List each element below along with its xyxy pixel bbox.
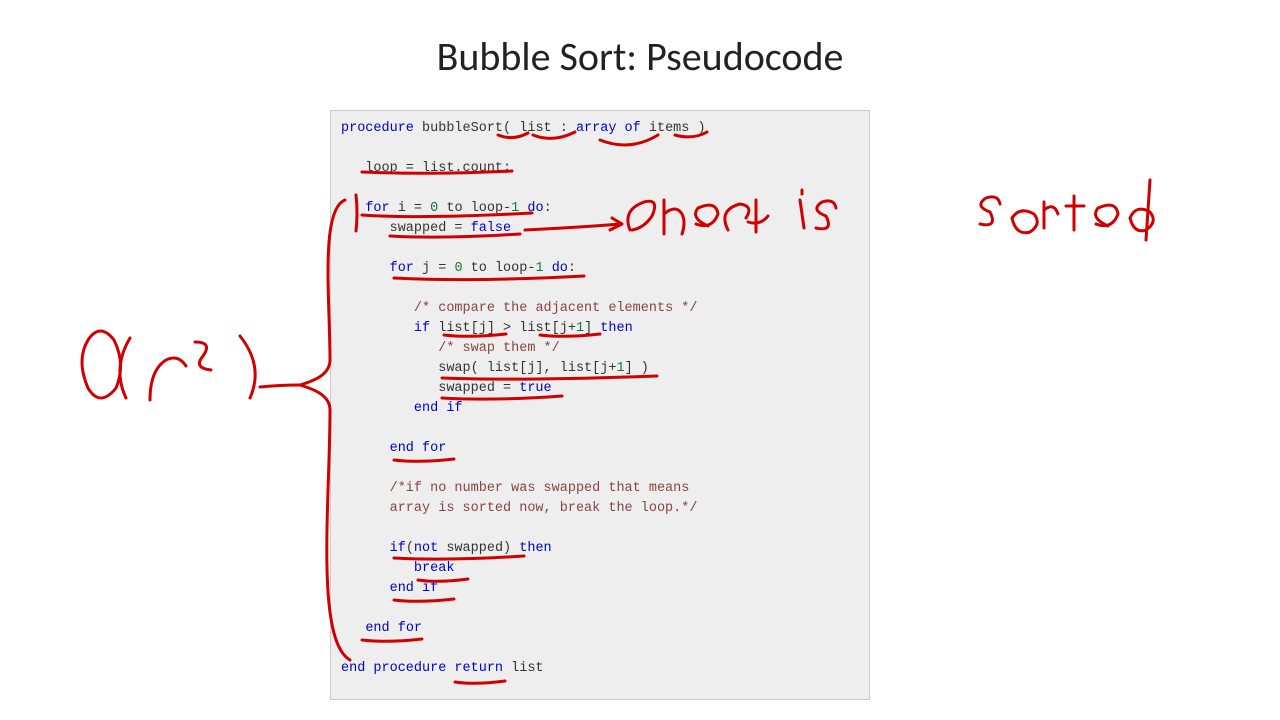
- code-text: [341, 481, 390, 496]
- code-text: then: [600, 321, 632, 336]
- code-text: :: [544, 201, 552, 216]
- ink-connector: [260, 385, 300, 387]
- code-text: [341, 301, 414, 316]
- code-text: [544, 261, 552, 276]
- code-text: [341, 441, 390, 456]
- code-text: [341, 581, 390, 596]
- code-text: swapped =: [341, 381, 519, 396]
- code-text: [341, 541, 390, 556]
- code-text: loop = list.count;: [341, 161, 511, 176]
- code-text: break: [414, 561, 455, 576]
- code-text: true: [519, 381, 551, 396]
- code-text: 1: [616, 361, 624, 376]
- code-text: 1: [535, 261, 543, 276]
- code-text: items ): [641, 121, 706, 136]
- code-text: list[j] > list[j+: [430, 321, 576, 336]
- code-text: do: [552, 261, 568, 276]
- code-text: array of: [576, 121, 641, 136]
- code-text: 0: [454, 261, 462, 276]
- code-text: /*if no number was swapped that means: [390, 481, 690, 496]
- code-text: [341, 201, 365, 216]
- code-text: bubbleSort( list :: [414, 121, 576, 136]
- code-text: ] ): [625, 361, 649, 376]
- code-text: i =: [390, 201, 431, 216]
- slide-title: Bubble Sort: Pseudocode: [0, 32, 1280, 81]
- code-text: not: [414, 541, 438, 556]
- code-text: for: [365, 201, 389, 216]
- code-text: do: [527, 201, 543, 216]
- code-text: to loop-: [438, 201, 511, 216]
- code-text: end procedure return: [341, 661, 503, 676]
- code-text: false: [471, 221, 512, 236]
- code-text: if: [414, 321, 430, 336]
- code-text: end if: [390, 581, 439, 596]
- code-text: [341, 561, 414, 576]
- code-text: [341, 401, 414, 416]
- code-text: /* swap them */: [438, 341, 560, 356]
- code-text: :: [568, 261, 576, 276]
- code-text: swap( list[j], list[j+: [341, 361, 616, 376]
- code-text: end for: [365, 621, 422, 636]
- ink-complexity-label: [82, 331, 255, 400]
- code-text: end for: [390, 441, 447, 456]
- code-text: for: [390, 261, 414, 276]
- code-text: to loop-: [463, 261, 536, 276]
- code-text: list: [503, 661, 544, 676]
- code-text: swapped): [438, 541, 519, 556]
- code-text: j =: [414, 261, 455, 276]
- code-text: /* compare the adjacent elements */: [414, 301, 698, 316]
- code-text: [341, 341, 438, 356]
- code-text: [341, 621, 365, 636]
- code-text: [341, 321, 414, 336]
- code-text: (: [406, 541, 414, 556]
- code-text: [341, 261, 390, 276]
- code-text: array is sorted now, break the loop.*/: [341, 501, 697, 516]
- code-text: end if: [414, 401, 463, 416]
- code-text: swapped =: [341, 221, 471, 236]
- code-text: if: [390, 541, 406, 556]
- code-text: procedure: [341, 121, 414, 136]
- code-text: then: [519, 541, 551, 556]
- code-text: 1: [576, 321, 584, 336]
- code-text: ]: [584, 321, 600, 336]
- pseudocode-block: procedure bubbleSort( list : array of it…: [330, 110, 870, 700]
